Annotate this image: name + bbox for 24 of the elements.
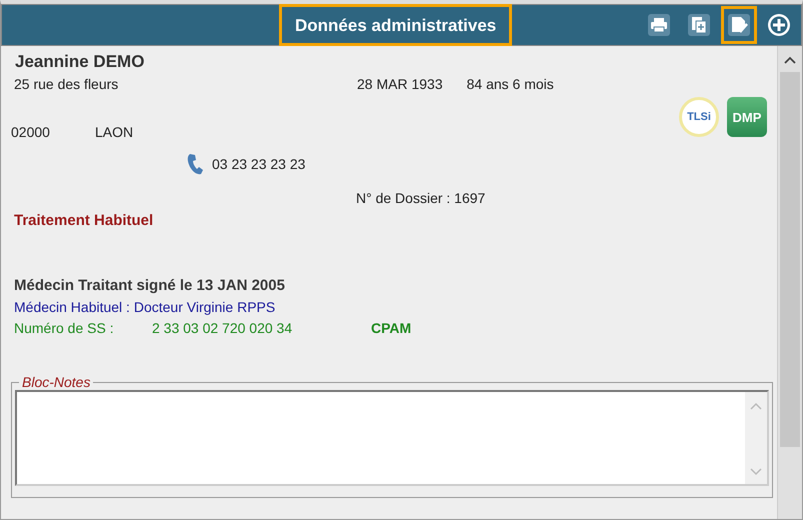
- phone-icon: [186, 152, 206, 176]
- scrollbar[interactable]: [777, 46, 802, 519]
- treatment-label: Traitement Habituel: [14, 212, 154, 229]
- ss-label: Numéro de SS :: [14, 320, 115, 336]
- window-title: Données administratives: [279, 4, 512, 46]
- round-logo[interactable]: TLSi: [679, 97, 719, 137]
- notes-field[interactable]: [15, 390, 769, 486]
- fund-text: CPAM: [371, 320, 412, 336]
- doctor-signed-text: Médecin Traitant signé le 13 JAN 2005: [14, 277, 286, 294]
- address-text: 25 rue des fleurs: [14, 76, 120, 92]
- phone-number: 03 23 23 23 23: [212, 156, 306, 172]
- patient-name: Jeannine DEMO: [15, 52, 146, 72]
- square-logo[interactable]: DMP: [727, 97, 767, 137]
- edit-icon[interactable]: [721, 6, 757, 44]
- usual-doctor-text: Médecin Habituel : Docteur Virginie RPPS: [14, 299, 276, 315]
- scroll-up-icon[interactable]: [784, 56, 796, 64]
- ss-number: 2 33 03 02 720 020 34: [152, 320, 294, 336]
- scroll-thumb[interactable]: [780, 72, 800, 447]
- file-number: N° de Dossier : 1697: [356, 190, 486, 206]
- city-text: LAON: [95, 124, 134, 140]
- notes-legend: Bloc-Notes: [19, 374, 94, 390]
- postcode-text: 02000: [11, 124, 51, 140]
- birth-date: 28 MAR 1933: [357, 76, 443, 92]
- age-text: 84 ans 6 mois: [466, 76, 554, 92]
